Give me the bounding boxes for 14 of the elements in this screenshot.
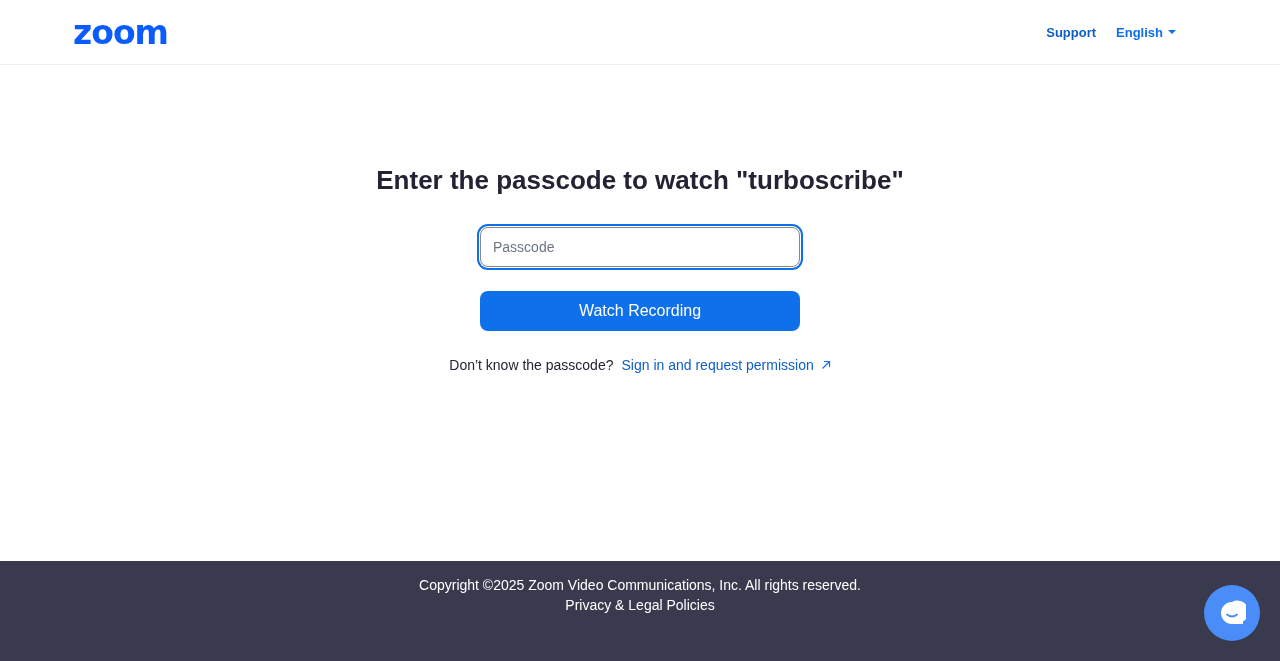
arrow-icon: [820, 360, 831, 370]
page-title: Enter the passcode to watch "turboscribe": [376, 165, 904, 196]
privacy-policy-link[interactable]: Privacy & Legal Policies: [565, 597, 715, 613]
chat-bubble-icon: [1218, 599, 1246, 627]
chat-button[interactable]: [1204, 585, 1260, 641]
copyright-text: Copyright ©2025 Zoom Video Communications, Inc. All rights reserved.: [419, 577, 861, 593]
logo[interactable]: zoom: [73, 15, 168, 49]
caret-icon: [1168, 30, 1176, 34]
request-permission-link[interactable]: Sign in and request permission: [621, 357, 831, 373]
watch-recording-button[interactable]: Watch Recording: [480, 291, 800, 331]
passcode-field[interactable]: Passcode: [480, 227, 800, 267]
language-dropdown[interactable]: English: [1116, 24, 1176, 40]
help-text: Don’t know the passcode?: [449, 357, 614, 373]
support-link[interactable]: Support: [1046, 24, 1097, 40]
